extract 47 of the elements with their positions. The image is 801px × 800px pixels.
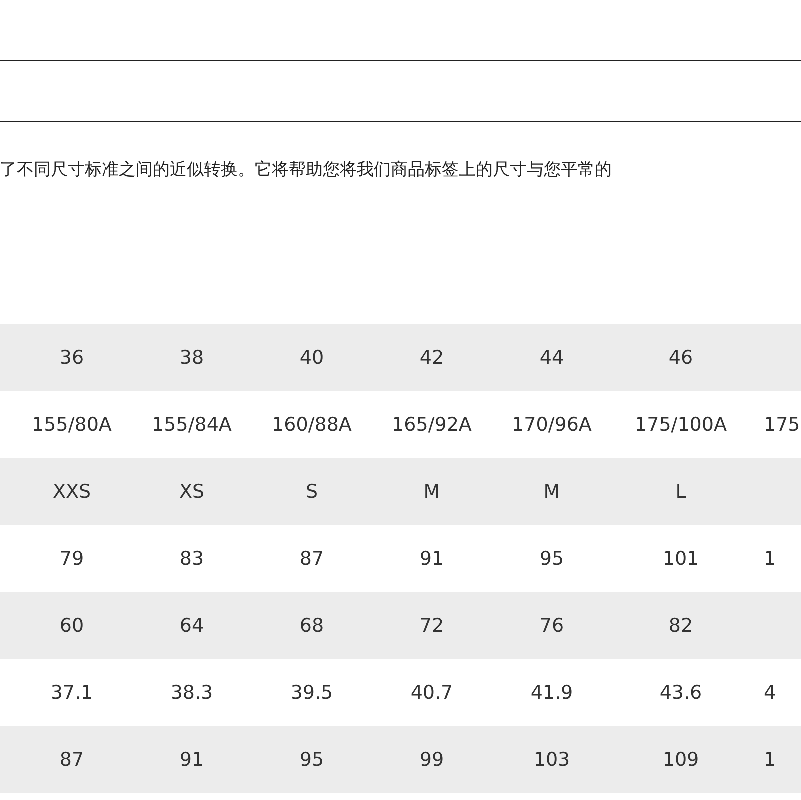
table-cell: 155/80A: [32, 414, 112, 436]
table-cell-text: 1: [763, 748, 776, 770]
table-cell-text: 1: [763, 548, 776, 570]
table-cell: 40: [300, 346, 324, 368]
table-cell-text: 4: [763, 682, 776, 704]
table-cell: 87: [60, 748, 84, 770]
table-cell: 87: [300, 548, 324, 570]
table-cell: 95: [300, 748, 324, 770]
table-cell: 43.6: [660, 682, 702, 704]
table-cell: 76: [540, 614, 564, 636]
table-cell: 82: [668, 614, 694, 636]
table-cell: 175/100A: [635, 414, 727, 436]
table-cell: 46: [668, 346, 694, 368]
table-cell: 95: [540, 548, 564, 570]
intro-text: 了不同尺寸标准之间的近似转换。它将帮助您将我们商品标签上的尺寸与您平常的: [0, 159, 613, 181]
table-cell: 68: [300, 614, 324, 636]
table-cell: 91: [420, 548, 444, 570]
table-cell: 109: [662, 748, 700, 770]
table-cell: 72: [420, 614, 444, 636]
table-cell: 101: [662, 548, 700, 570]
table-cell: M: [544, 480, 560, 502]
table-cell: 165/92A: [392, 414, 472, 436]
table-cell: 60: [60, 614, 84, 636]
table-cell: 91: [180, 748, 204, 770]
table-cell: 155/84A: [152, 414, 232, 436]
table-cell: 42: [420, 346, 444, 368]
table-cell: 38.3: [170, 682, 214, 704]
table-cell: 170/96A: [512, 414, 592, 436]
table-cell: 44: [540, 346, 564, 368]
table-cell: 79: [60, 548, 84, 570]
table-cell: 39.5: [290, 682, 334, 704]
table-cell: S: [306, 480, 318, 502]
table-cell: XXS: [52, 480, 92, 502]
table-cell: 41.9: [530, 682, 574, 704]
table-cell: M: [424, 480, 440, 502]
table-cell: 64: [180, 614, 204, 636]
table-cell: 99: [420, 748, 444, 770]
table-cell: 36: [60, 346, 84, 368]
table-cell: 37.1: [50, 682, 94, 704]
table-cell: 83: [180, 548, 204, 570]
table-cell: L: [676, 480, 686, 502]
table-cell: XS: [179, 480, 205, 502]
table-cell: 160/88A: [272, 414, 352, 436]
table-cell-text: 175: [763, 414, 800, 436]
table-cell: 38: [180, 346, 204, 368]
table-cell: 103: [534, 748, 570, 770]
table-cell: 40.7: [410, 682, 454, 704]
